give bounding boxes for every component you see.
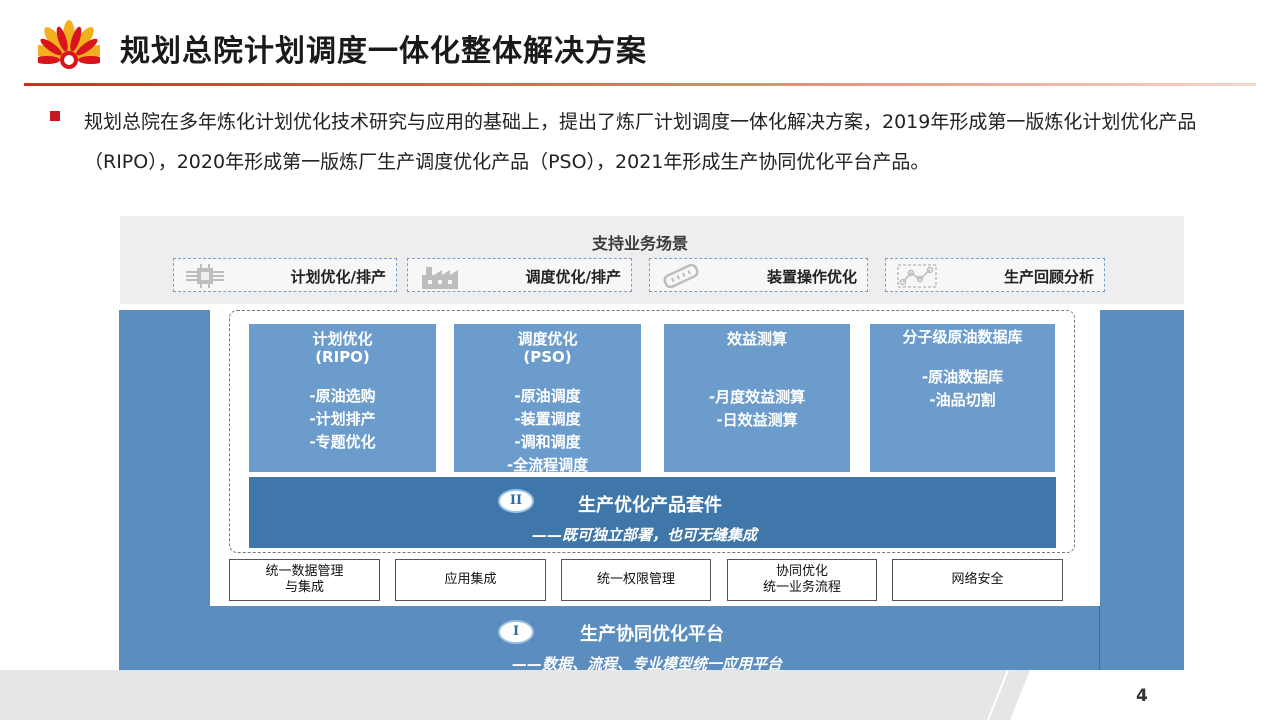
card-item: -原油数据库: [921, 368, 1004, 386]
module-network-security: 网络安全: [892, 559, 1063, 601]
card-item: -全流程调度: [506, 456, 589, 474]
product-card-pso: 调度优化 (PSO) -原油调度 -装置调度 -调和调度 -全流程调度: [454, 324, 641, 474]
product-card-ripo: 计划优化 (RIPO) -原油选购 -计划排产 -专题优化: [249, 324, 436, 472]
card-title: 计划优化: [312, 330, 373, 348]
module-collaborative-flow: 协同优化 统一业务流程: [727, 559, 877, 601]
suite-title: 生产优化产品套件: [578, 495, 722, 516]
page-title: 规划总院计划调度一体化整体解决方案: [120, 34, 647, 69]
product-card-benefit: 效益测算 -月度效益测算 -日效益测算: [664, 324, 850, 472]
card-item: -原油选购: [309, 387, 376, 405]
product-card-crude-db: 分子级原油数据库 -原油数据库 -油品切割: [870, 324, 1055, 472]
footer-bar: [0, 670, 1280, 720]
scenario-label: 调度优化/排产: [525, 268, 621, 286]
card-title: 调度优化: [517, 330, 578, 348]
suite-subtitle: ——既可独立部署，也可无缝集成: [532, 526, 758, 544]
scenario-title: 支持业务场景: [591, 234, 688, 253]
footer-decoration: [987, 670, 1280, 720]
card-item: -调和调度: [514, 433, 581, 451]
module-permission: 统一权限管理: [561, 559, 711, 601]
module-app-integration: 应用集成: [395, 559, 546, 601]
chip-icon: [186, 264, 224, 288]
chart-icon: [897, 264, 937, 288]
module-data-management: 统一数据管理 与集成: [229, 559, 380, 601]
device-icon: [663, 263, 699, 289]
card-item: -油品切割: [929, 391, 996, 409]
card-subtitle: (PSO): [523, 348, 572, 366]
card-item: -月度效益测算: [708, 388, 806, 406]
scenario-label: 装置操作优化: [766, 268, 857, 286]
petrochina-logo: [38, 20, 100, 69]
scenario-item-schedule: 调度优化/排产: [407, 258, 632, 292]
card-item: -日效益测算: [716, 411, 798, 429]
scenario-label: 计划优化/排产: [290, 268, 386, 286]
card-item: -装置调度: [514, 410, 581, 428]
card-item: -专题优化: [309, 433, 376, 451]
card-item: -计划排产: [309, 410, 376, 428]
scenario-item-review: 生产回顾分析: [885, 258, 1105, 292]
card-subtitle: (RIPO): [315, 348, 370, 366]
scenario-item-plan: 计划优化/排产: [173, 258, 397, 292]
page-number: 4: [1136, 686, 1148, 706]
scenario-label: 生产回顾分析: [1003, 268, 1094, 286]
title-divider: [24, 83, 1256, 86]
divider: [1099, 606, 1100, 678]
intro-paragraph: 规划总院在多年炼化计划优化技术研究与应用的基础上，提出了炼厂计划调度一体化解决方…: [84, 111, 1197, 173]
scenario-item-device: 装置操作优化: [649, 258, 868, 292]
roman-numeral-badge: I: [500, 622, 532, 642]
card-title: 效益测算: [726, 330, 787, 348]
platform-title: 生产协同优化平台: [580, 624, 724, 645]
factory-icon: [422, 267, 458, 289]
card-title: 分子级原油数据库: [902, 328, 1023, 346]
card-item: -原油调度: [514, 387, 581, 405]
roman-numeral-badge: II: [500, 491, 532, 511]
bullet-square-icon: [50, 111, 60, 121]
